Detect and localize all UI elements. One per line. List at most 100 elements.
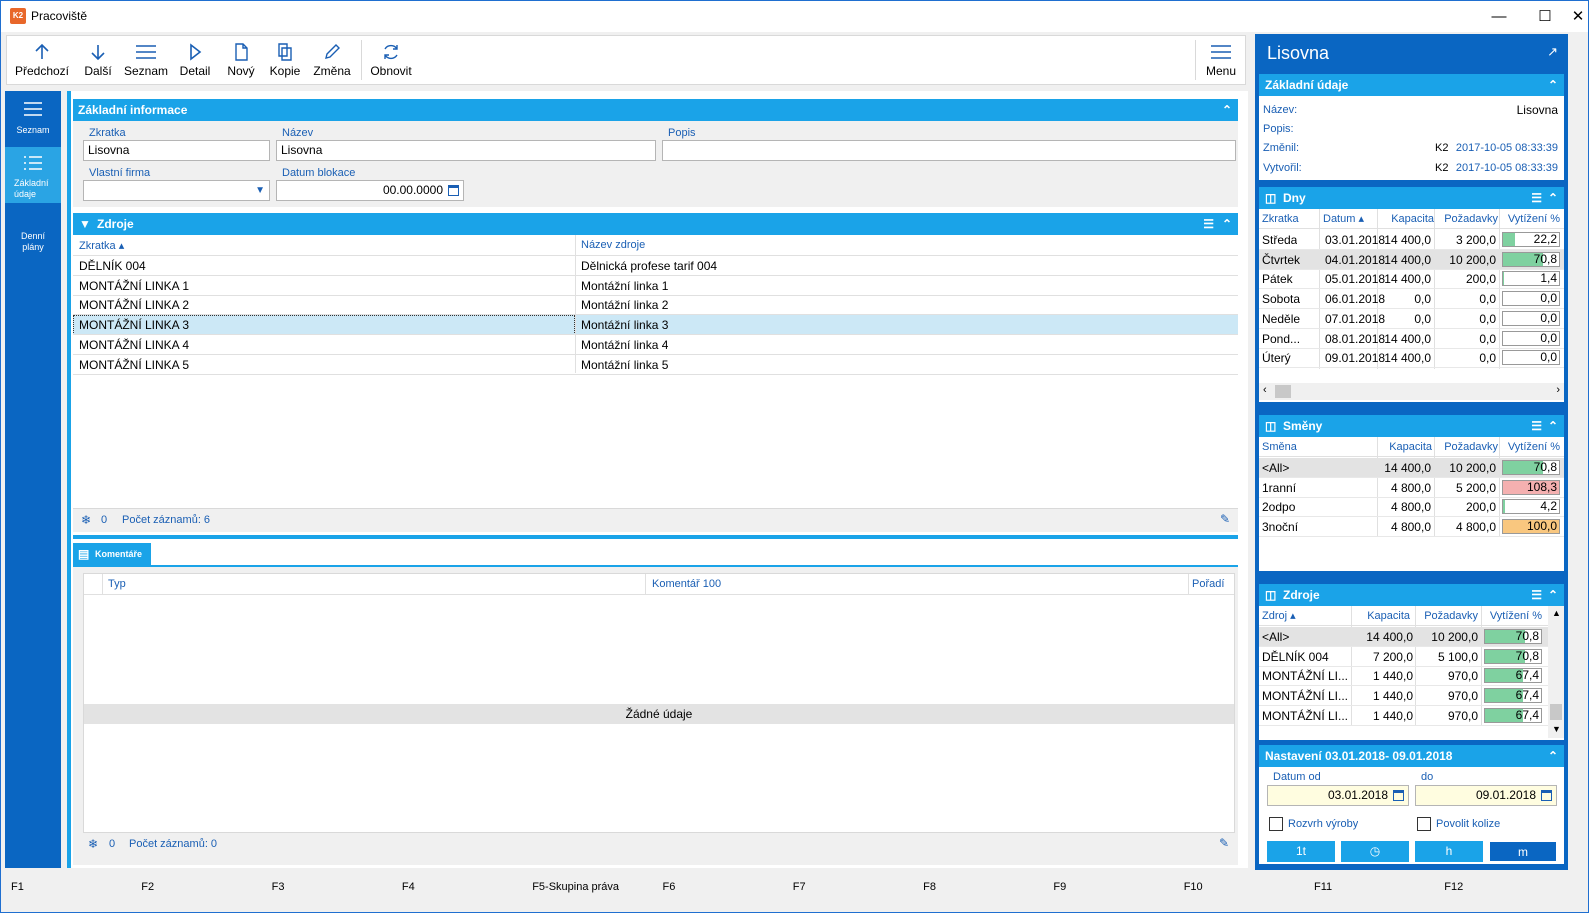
function-key-11[interactable]: F11 bbox=[1314, 881, 1332, 893]
scroll-left-icon[interactable]: ‹ bbox=[1263, 384, 1267, 396]
zdroje-col-nazev[interactable]: Název zdroje bbox=[581, 239, 645, 251]
dny-col-datum[interactable]: Datum ▴ bbox=[1323, 209, 1364, 229]
vertical-scrollbar[interactable]: ▲ ▼ bbox=[1548, 606, 1564, 738]
collapse-icon[interactable]: ⌃ bbox=[1548, 74, 1558, 96]
detail-button[interactable]: Detail bbox=[175, 36, 215, 84]
zmenil-date[interactable]: 2017-10-05 08:33:39 bbox=[1456, 138, 1558, 158]
table-row[interactable]: MONTÁŽNÍ LI... 1 440,0 970,0 67,4 bbox=[1259, 666, 1548, 687]
function-key-4[interactable]: F4 bbox=[402, 881, 415, 893]
function-key-10[interactable]: F10 bbox=[1184, 881, 1203, 893]
snowflake-icon[interactable]: ❄ bbox=[88, 837, 98, 851]
datum-do-field[interactable]: 09.01.2018 bbox=[1415, 785, 1557, 806]
edit-icon[interactable]: ✎ bbox=[1219, 836, 1229, 850]
collapse-icon[interactable]: ⌃ bbox=[1548, 745, 1558, 767]
collapse-icon[interactable]: ⌃ bbox=[1222, 99, 1232, 121]
calendar-icon[interactable] bbox=[448, 185, 459, 196]
nav-item-zakladni-udaje[interactable]: Základní údaje bbox=[5, 147, 61, 203]
scroll-thumb[interactable] bbox=[1275, 385, 1291, 398]
refresh-button[interactable]: Obnovit bbox=[367, 36, 415, 84]
list-button[interactable]: Seznam bbox=[123, 36, 169, 84]
table-row[interactable]: DĚLNÍK 004 Dělnická profese tarif 004 bbox=[73, 256, 1238, 276]
function-key-6[interactable]: F6 bbox=[663, 881, 676, 893]
new-button[interactable]: Nový bbox=[221, 36, 261, 84]
table-row[interactable]: MONTÁŽNÍ LINKA 4 Montážní linka 4 bbox=[73, 335, 1238, 355]
nazev-field[interactable]: Lisovna bbox=[276, 140, 656, 161]
scale-h-button[interactable]: h bbox=[1415, 841, 1483, 862]
table-row[interactable]: Úterý 09.01.2018 14 400,0 0,0 0,0 bbox=[1259, 348, 1564, 369]
komentare-col-poradi[interactable]: Pořadí bbox=[1192, 578, 1224, 590]
nav-item-seznam[interactable]: Seznam bbox=[5, 91, 61, 143]
smeny-col-kapacita[interactable]: Kapacita bbox=[1389, 437, 1432, 457]
function-key-2[interactable]: F2 bbox=[141, 881, 154, 893]
smeny-col-pozadavky[interactable]: Požadavky bbox=[1444, 437, 1498, 457]
tab-komentare[interactable]: ▤ Komentáře bbox=[73, 543, 151, 565]
collapse-icon[interactable]: ⌃ bbox=[1222, 213, 1232, 235]
function-key-3[interactable]: F3 bbox=[272, 881, 285, 893]
table-row[interactable]: 2odpo 4 800,0 200,0 4,2 bbox=[1259, 497, 1564, 518]
vytvoril-date[interactable]: 2017-10-05 08:33:39 bbox=[1456, 158, 1558, 178]
kolize-checkbox[interactable] bbox=[1417, 817, 1431, 831]
function-key-8[interactable]: F8 bbox=[923, 881, 936, 893]
zdroje-col-zkratka[interactable]: Zkratka ▴ bbox=[79, 239, 124, 252]
scale-1t-button[interactable]: 1t bbox=[1267, 841, 1335, 862]
collapse-icon[interactable]: ⌃ bbox=[1548, 415, 1558, 437]
smeny-col-smena[interactable]: Směna bbox=[1262, 437, 1297, 457]
function-key-5[interactable]: F5-Skupina práva bbox=[532, 881, 619, 893]
table-row[interactable]: 1ranní 4 800,0 5 200,0 108,3 bbox=[1259, 478, 1564, 498]
edit-button[interactable]: Změna bbox=[309, 36, 355, 84]
collapse-icon[interactable]: ⌃ bbox=[1548, 187, 1558, 209]
table-row[interactable]: Pátek 05.01.2018 14 400,0 200,0 1,4 bbox=[1259, 269, 1564, 290]
function-key-1[interactable]: F1 bbox=[11, 881, 24, 893]
table-row[interactable]: MONTÁŽNÍ LINKA 2 Montážní linka 2 bbox=[73, 295, 1238, 315]
table-row[interactable]: MONTÁŽNÍ LINKA 1 Montážní linka 1 bbox=[73, 276, 1238, 296]
maximize-button[interactable]: ☐ bbox=[1522, 1, 1568, 32]
datum-od-field[interactable]: 03.01.2018 bbox=[1267, 785, 1409, 806]
popout-icon[interactable]: ↗ bbox=[1547, 44, 1558, 60]
table-row[interactable]: Pond... 08.01.2018 14 400,0 0,0 0,0 bbox=[1259, 329, 1564, 349]
dny-col-zkratka[interactable]: Zkratka bbox=[1262, 209, 1299, 229]
function-key-12[interactable]: F12 bbox=[1444, 881, 1463, 893]
komentare-col-komentar[interactable]: Komentář 100 bbox=[652, 578, 721, 590]
blokace-field[interactable]: 00.00.0000 bbox=[276, 180, 464, 201]
minimize-button[interactable]: — bbox=[1476, 1, 1522, 32]
menu-icon[interactable]: ☰ bbox=[1531, 187, 1542, 209]
scale-m-button[interactable]: m bbox=[1489, 841, 1557, 862]
dny-col-vytizeni[interactable]: Vytížení % bbox=[1508, 209, 1560, 229]
dny-col-kapacita[interactable]: Kapacita bbox=[1391, 209, 1434, 229]
zkratka-field[interactable]: Lisovna bbox=[83, 140, 270, 161]
scale-clock-button[interactable]: ◷ bbox=[1341, 841, 1409, 862]
table-row[interactable]: <All> 14 400,0 10 200,0 70,8 bbox=[1259, 627, 1548, 647]
table-row[interactable]: MONTÁŽNÍ LINKA 5 Montážní linka 5 bbox=[73, 355, 1238, 375]
dropdown-icon[interactable]: ▼ bbox=[255, 181, 265, 200]
calendar-icon[interactable] bbox=[1393, 790, 1404, 801]
table-row[interactable]: 3noční 4 800,0 4 800,0 100,0 bbox=[1259, 517, 1564, 538]
splitter[interactable] bbox=[73, 535, 1238, 539]
popis-field[interactable] bbox=[662, 140, 1236, 161]
menu-button[interactable]: Menu bbox=[1201, 36, 1241, 84]
table-row[interactable]: Sobota 06.01.2018 0,0 0,0 0,0 bbox=[1259, 289, 1564, 310]
function-key-9[interactable]: F9 bbox=[1053, 881, 1066, 893]
copy-button[interactable]: Kopie bbox=[265, 36, 305, 84]
snowflake-icon[interactable]: ❄ bbox=[81, 513, 91, 527]
table-row[interactable]: Neděle 07.01.2018 0,0 0,0 0,0 bbox=[1259, 309, 1564, 329]
calendar-icon[interactable] bbox=[1541, 790, 1552, 801]
table-row[interactable]: MONTÁŽNÍ LI... 1 440,0 970,0 67,4 bbox=[1259, 686, 1548, 707]
collapse-icon[interactable]: ⌃ bbox=[1548, 584, 1558, 606]
menu-icon[interactable]: ☰ bbox=[1203, 213, 1214, 235]
scroll-up-icon[interactable]: ▲ bbox=[1552, 608, 1561, 618]
scroll-down-icon[interactable]: ▼ bbox=[1552, 724, 1561, 734]
table-row[interactable]: MONTÁŽNÍ LINKA 3 Montážní linka 3 bbox=[73, 315, 1238, 336]
scroll-right-icon[interactable]: › bbox=[1556, 384, 1560, 396]
table-row[interactable]: Středa 03.01.2018 14 400,0 3 200,0 22,2 bbox=[1259, 230, 1564, 250]
previous-button[interactable]: Předchozí bbox=[11, 36, 73, 84]
komentare-col-typ[interactable]: Typ bbox=[108, 578, 126, 590]
rzdroje-col-pozadavky[interactable]: Požadavky bbox=[1424, 606, 1478, 626]
rzdroje-col-zdroj[interactable]: Zdroj ▴ bbox=[1262, 606, 1296, 626]
nav-item-denni-plany[interactable]: Denní plány bbox=[5, 231, 61, 261]
table-row[interactable]: DĚLNÍK 004 7 200,0 5 100,0 70,8 bbox=[1259, 647, 1548, 667]
filter-icon[interactable]: ▼ bbox=[79, 213, 91, 235]
smeny-col-vytizeni[interactable]: Vytížení % bbox=[1508, 437, 1560, 457]
rzdroje-col-kapacita[interactable]: Kapacita bbox=[1367, 606, 1410, 626]
dny-col-pozadavky[interactable]: Požadavky bbox=[1444, 209, 1498, 229]
scroll-thumb[interactable] bbox=[1550, 704, 1562, 720]
